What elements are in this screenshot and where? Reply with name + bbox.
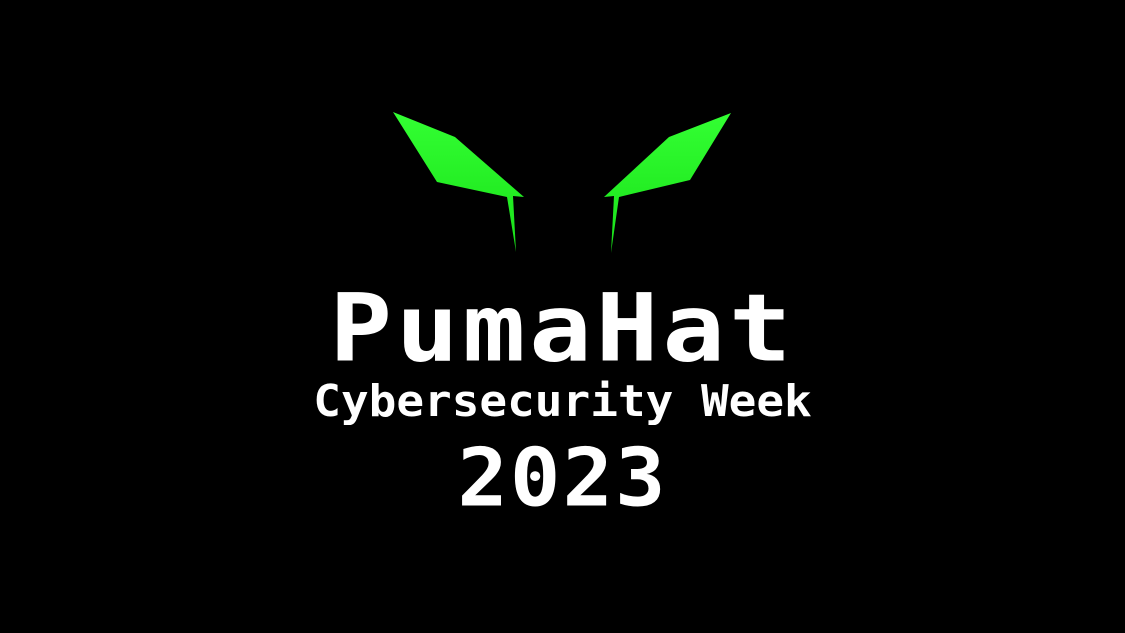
event-subtitle: Cybersecurity Week [313, 375, 812, 427]
right-eye-icon [604, 113, 731, 253]
left-eye-icon [393, 112, 524, 252]
event-banner: PumaHat Cybersecurity Week 2023 [0, 0, 1125, 633]
brand-title: PumaHat [329, 273, 796, 383]
event-year: 2023 [457, 431, 668, 525]
